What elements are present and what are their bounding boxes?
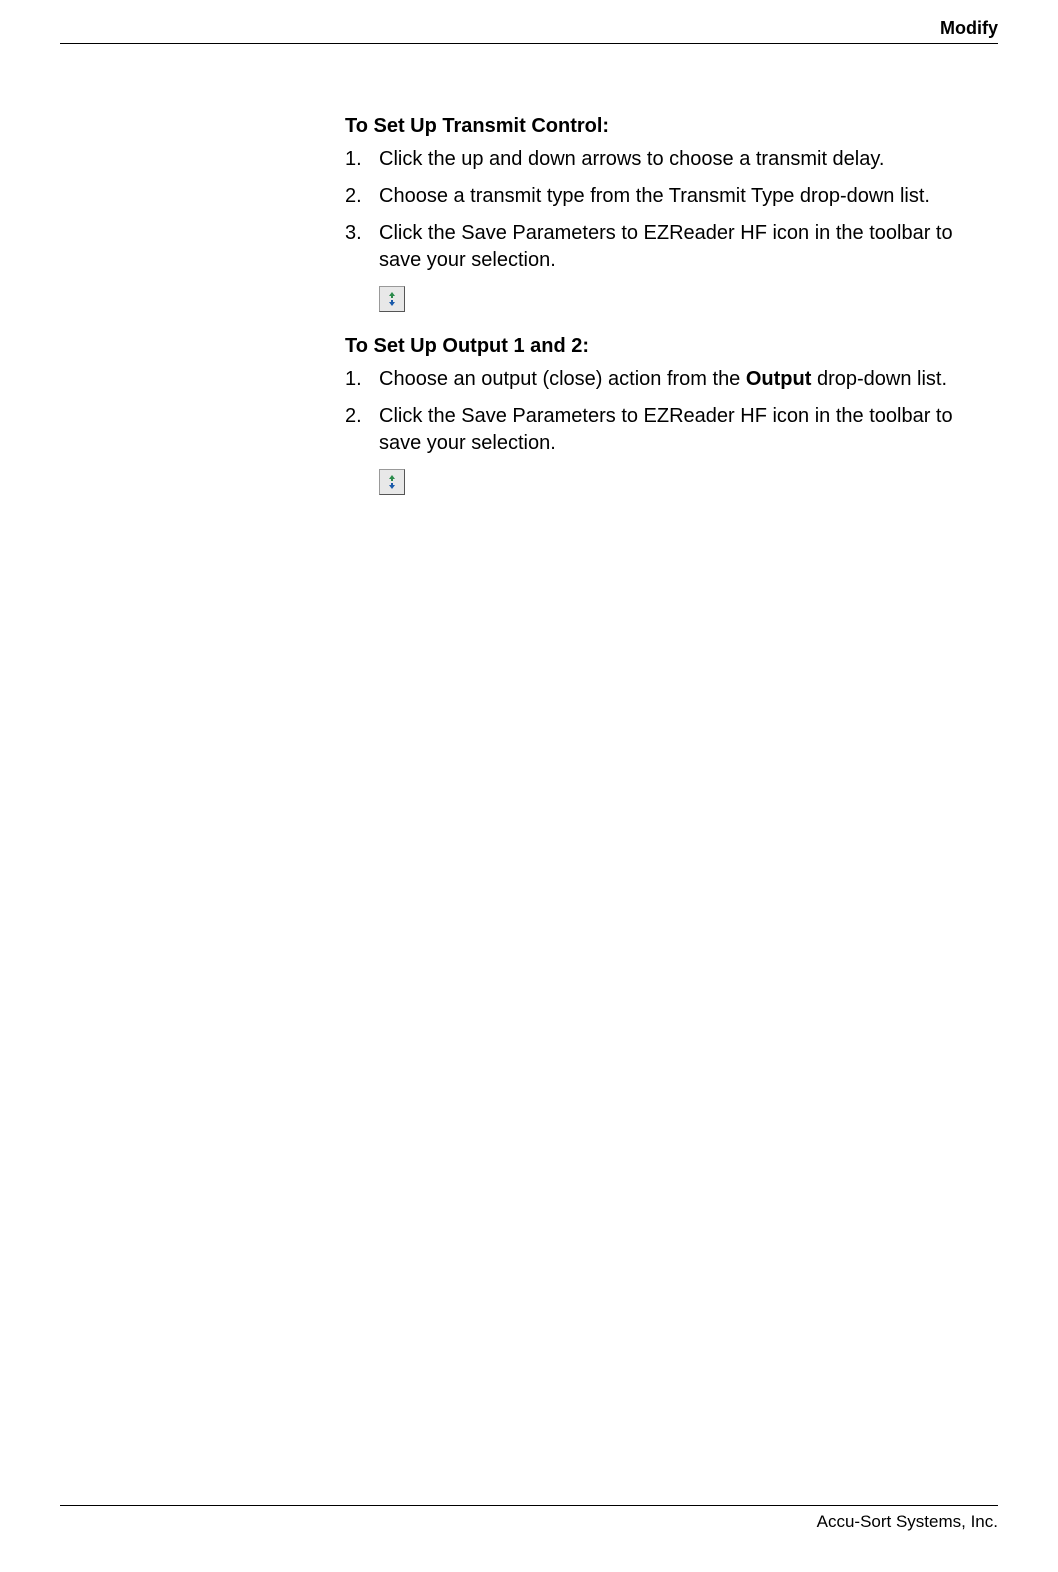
step-text: Click the up and down arrows to choose a… xyxy=(379,146,978,173)
section-heading: To Set Up Output 1 and 2: xyxy=(345,335,978,358)
save-parameters-icon xyxy=(379,286,405,312)
page-header: Modify xyxy=(60,18,998,44)
step-text: Choose an output (close) action from the… xyxy=(379,366,978,393)
step-text-pre: Choose an output (close) action from the xyxy=(379,368,746,390)
section-transmit-control: To Set Up Transmit Control: 1. Click the… xyxy=(345,115,978,317)
step-text: Click the Save Parameters to EZReader HF… xyxy=(379,220,978,274)
step-text: Click the Save Parameters to EZReader HF… xyxy=(379,403,978,457)
section-output: To Set Up Output 1 and 2: 1. Choose an o… xyxy=(345,335,978,500)
step-item: 1. Choose an output (close) action from … xyxy=(345,366,978,393)
step-item: 2. Click the Save Parameters to EZReader… xyxy=(345,403,978,457)
step-number: 2. xyxy=(345,403,379,457)
step-item: 2. Choose a transmit type from the Trans… xyxy=(345,183,978,210)
step-text-post: drop-down list. xyxy=(811,368,947,390)
step-number: 2. xyxy=(345,183,379,210)
page-content: To Set Up Transmit Control: 1. Click the… xyxy=(345,115,978,518)
step-number: 1. xyxy=(345,146,379,173)
save-parameters-icon xyxy=(379,469,405,495)
section-heading: To Set Up Transmit Control: xyxy=(345,115,978,138)
step-text-bold: Output xyxy=(746,368,812,390)
step-text: Choose a transmit type from the Transmit… xyxy=(379,183,978,210)
step-item: 3. Click the Save Parameters to EZReader… xyxy=(345,220,978,274)
page-footer: Accu-Sort Systems, Inc. xyxy=(60,1505,998,1532)
step-item: 1. Click the up and down arrows to choos… xyxy=(345,146,978,173)
step-number: 3. xyxy=(345,220,379,274)
header-title: Modify xyxy=(940,18,998,38)
step-number: 1. xyxy=(345,366,379,393)
footer-company: Accu-Sort Systems, Inc. xyxy=(817,1512,998,1531)
